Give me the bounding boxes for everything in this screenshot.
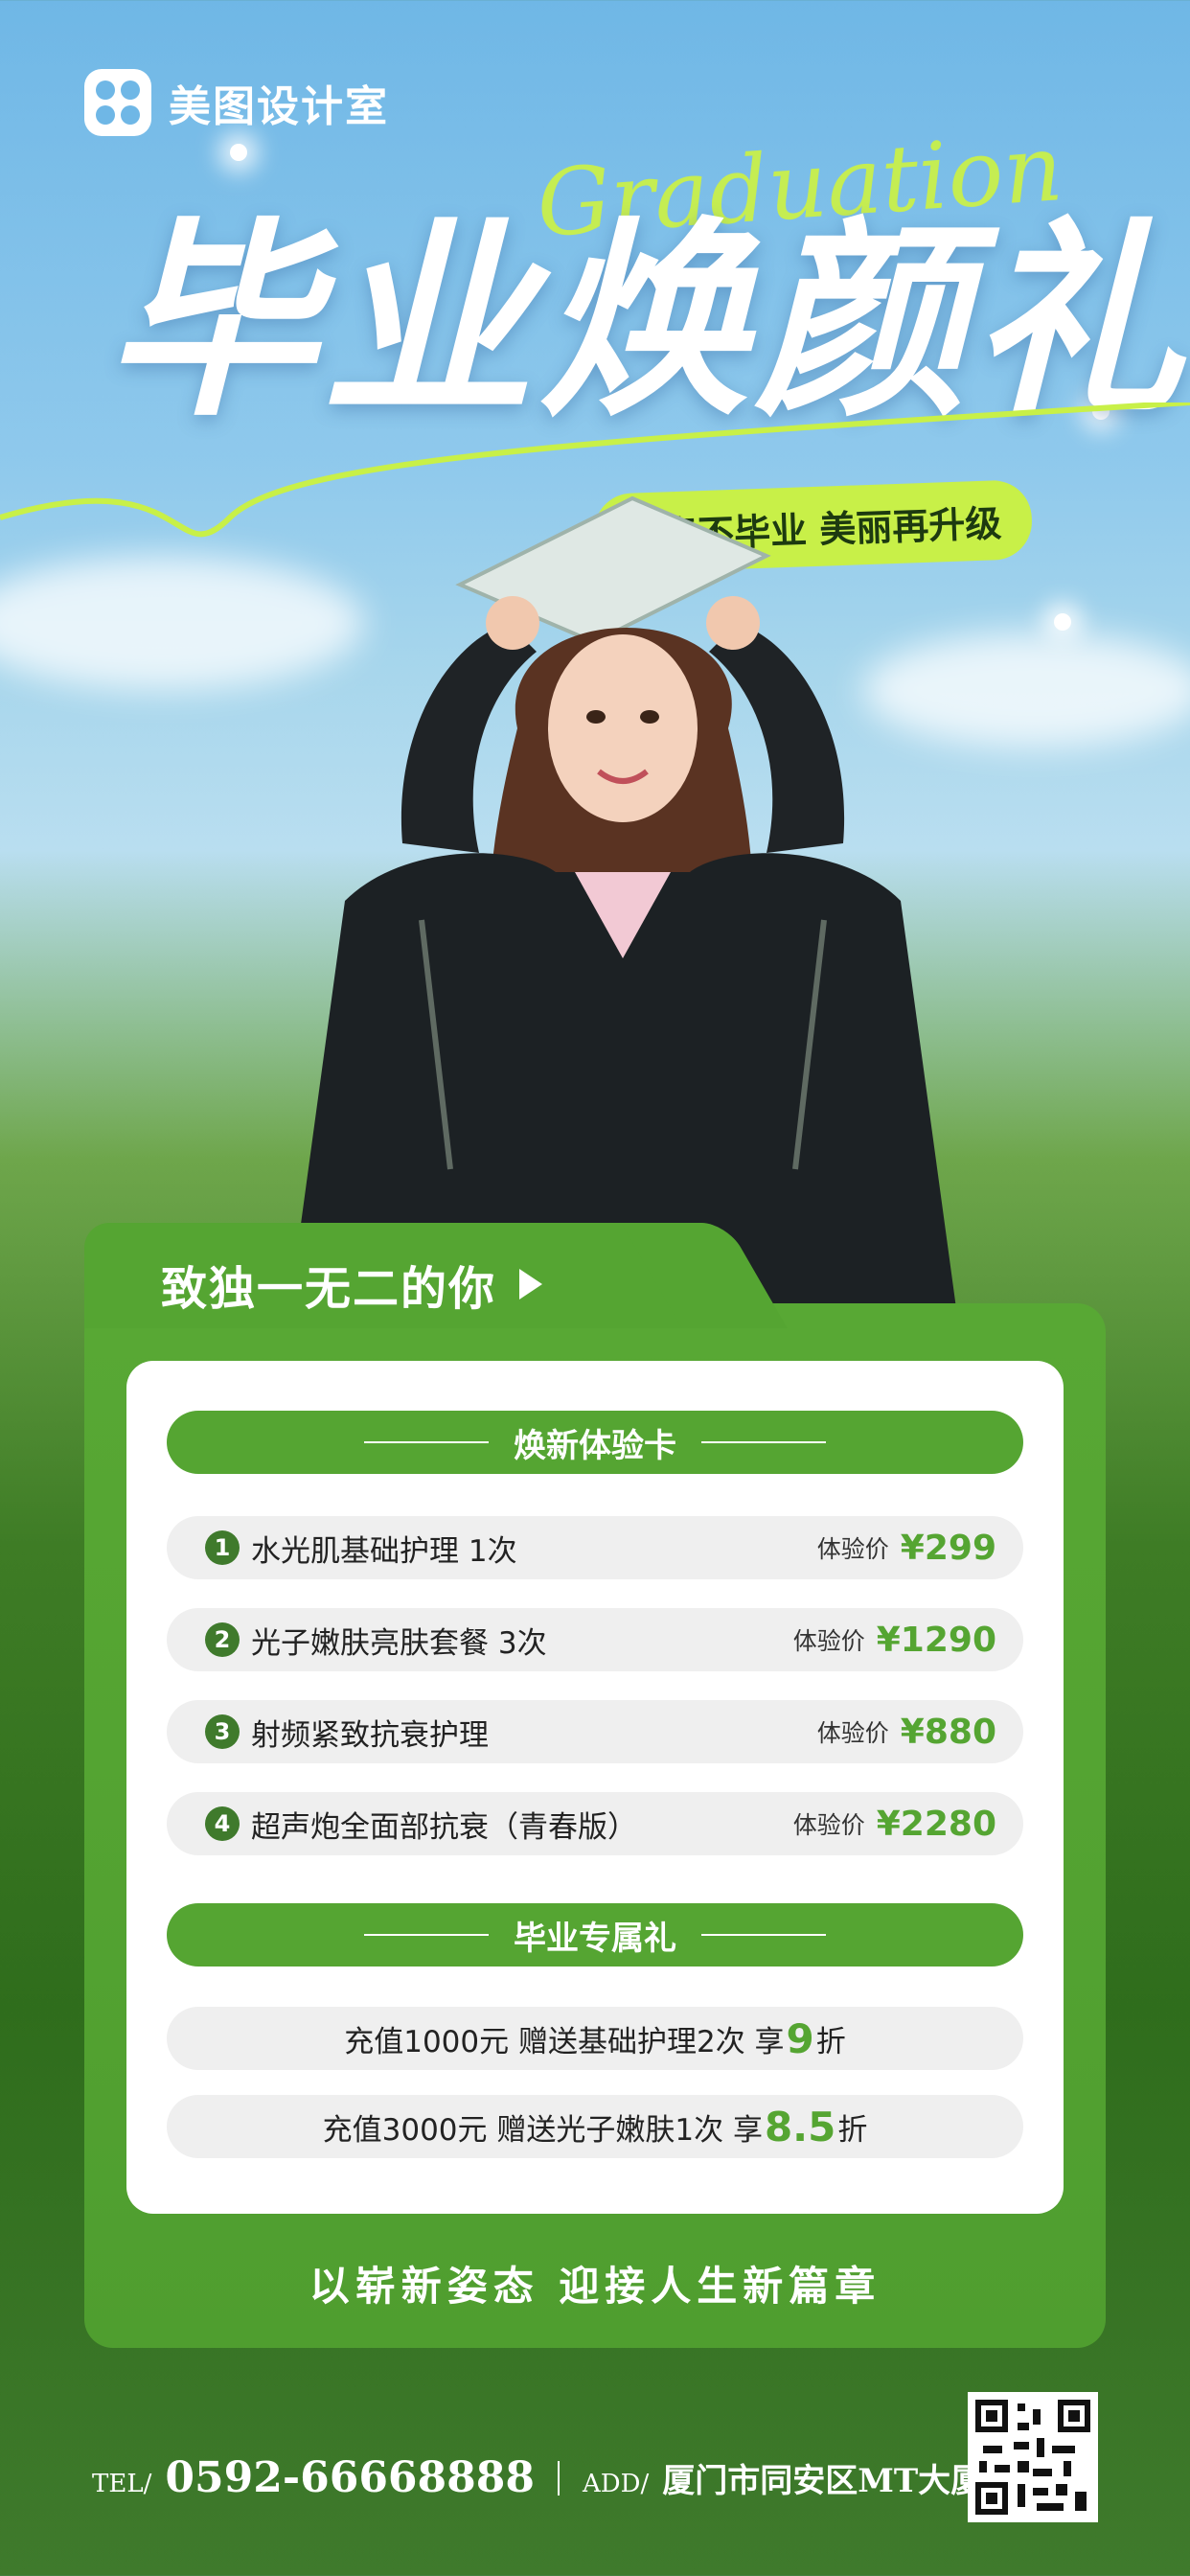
brand-name: 美图设计室 bbox=[169, 82, 389, 131]
price-value: ¥1290 bbox=[876, 1620, 996, 1660]
offer-details bbox=[126, 1361, 1064, 2214]
item-name: 超声炮全面部抗衰（青春版） bbox=[251, 1809, 637, 1845]
card-tab-label: 致独一无二的你 bbox=[161, 1262, 497, 1316]
gift-item: 充值1000元 赠送基础护理2次 享 9 折 bbox=[167, 2007, 1023, 2070]
logo-icon bbox=[84, 69, 151, 136]
price-value: ¥2280 bbox=[876, 1804, 996, 1844]
discount-unit: 折 bbox=[815, 2024, 846, 2059]
list-item: 1 水光肌基础护理 1次 体验价 ¥299 bbox=[167, 1516, 1023, 1579]
gift-text: 充值1000元 赠送基础护理2次 享 bbox=[344, 2024, 785, 2059]
item-number: 1 bbox=[205, 1530, 240, 1565]
sparkle bbox=[230, 144, 247, 161]
section-label: 焕新体验卡 bbox=[514, 1426, 676, 1465]
discount-unit: 折 bbox=[837, 2112, 868, 2148]
divider-line bbox=[364, 1441, 489, 1443]
item-name: 水光肌基础护理 1次 bbox=[251, 1533, 517, 1569]
divider-line bbox=[701, 1934, 826, 1936]
price-label: 体验价 bbox=[792, 1811, 865, 1839]
price-value: ¥880 bbox=[900, 1712, 996, 1752]
price-label: 体验价 bbox=[792, 1627, 865, 1655]
item-number: 3 bbox=[205, 1714, 240, 1749]
main-title: 毕业焕颜礼 bbox=[105, 199, 1189, 445]
slogan: 以崭新姿态 迎接人生新篇章 bbox=[309, 2263, 881, 2310]
price-label: 体验价 bbox=[816, 1719, 889, 1747]
item-number: 2 bbox=[205, 1622, 240, 1657]
phone-number[interactable]: 0592-66668888 bbox=[165, 2453, 535, 2502]
gift-item: 充值3000元 赠送光子嫩肤1次 享 8.5 折 bbox=[167, 2095, 1023, 2158]
section-gift-title: 毕业专属礼 bbox=[167, 1903, 1023, 1966]
list-item: 4 超声炮全面部抗衰（青春版） 体验价 ¥2280 bbox=[167, 1792, 1023, 1855]
qr-code-icon[interactable] bbox=[968, 2392, 1098, 2522]
divider-line bbox=[364, 1934, 489, 1936]
card-tab-title: 致独一无二的你 bbox=[161, 1251, 543, 1318]
tel-label: TEL/ bbox=[92, 2470, 152, 2498]
price-label: 体验价 bbox=[816, 1535, 889, 1563]
item-name: 射频紧致抗衰护理 bbox=[251, 1717, 489, 1753]
sparkle bbox=[1054, 613, 1071, 631]
section-label: 毕业专属礼 bbox=[514, 1919, 676, 1958]
discount-value: 9 bbox=[786, 2014, 814, 2062]
section-experience-title: 焕新体验卡 bbox=[167, 1411, 1023, 1474]
address-text: 厦门市同安区MT大厦 bbox=[662, 2462, 984, 2500]
brand-logo: 美图设计室 bbox=[84, 69, 389, 136]
divider-line bbox=[701, 1441, 826, 1443]
graduate-photo bbox=[287, 495, 958, 1322]
list-item: 2 光子嫩肤亮肤套餐 3次 体验价 ¥1290 bbox=[167, 1608, 1023, 1671]
gift-text: 充值3000元 赠送光子嫩肤1次 享 bbox=[322, 2112, 763, 2148]
price-value: ¥299 bbox=[900, 1528, 996, 1568]
discount-value: 8.5 bbox=[764, 2103, 836, 2150]
divider bbox=[558, 2460, 561, 2496]
arrow-right-icon bbox=[519, 1269, 543, 1300]
item-number: 4 bbox=[205, 1806, 240, 1841]
item-name: 光子嫩肤亮肤套餐 3次 bbox=[251, 1625, 547, 1661]
list-item: 3 射频紧致抗衰护理 体验价 ¥880 bbox=[167, 1700, 1023, 1763]
contact-footer: TEL/ 0592-66668888 ADD/ 厦门市同安区MT大厦 bbox=[92, 2453, 983, 2502]
address-label: ADD/ bbox=[583, 2470, 650, 2498]
